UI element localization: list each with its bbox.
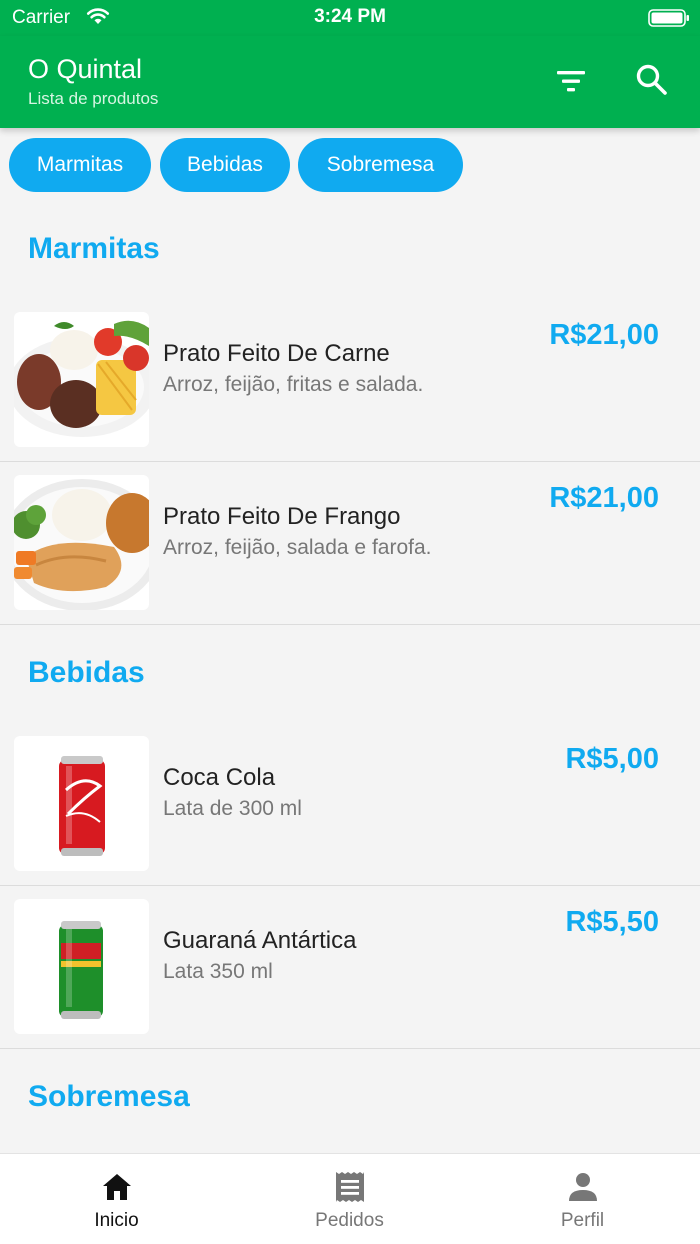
product-description: Arroz, feijão, fritas e salada. (163, 373, 424, 396)
product-item[interactable]: Prato Feito De Frango Arroz, feijão, sal… (0, 462, 700, 625)
product-image (14, 475, 149, 610)
product-name: Prato Feito De Frango (163, 503, 401, 530)
product-price: R$21,00 (549, 482, 659, 514)
product-item[interactable]: Coca Cola Lata de 300 ml R$5,00 (0, 723, 700, 886)
product-name: Prato Feito De Carne (163, 340, 390, 367)
tab-label: Inicio (94, 1210, 139, 1231)
product-price: R$5,50 (565, 906, 659, 938)
clock: 3:24 PM (314, 6, 386, 27)
product-name: Guaraná Antártica (163, 927, 357, 954)
section-title-marmitas: Marmitas (28, 232, 160, 265)
chip-bebidas[interactable]: Bebidas (160, 138, 290, 192)
person-icon (569, 1173, 597, 1201)
product-image (14, 736, 149, 871)
page-subtitle: Lista de produtos (28, 89, 159, 108)
product-image (14, 899, 149, 1034)
chip-marmitas[interactable]: Marmitas (9, 138, 151, 192)
battery-icon (648, 9, 689, 27)
product-description: Lata 350 ml (163, 960, 273, 983)
page-title: O Quintal (28, 54, 143, 84)
product-description: Arroz, feijão, salada e farofa. (163, 536, 432, 559)
filter-icon[interactable] (552, 62, 590, 100)
section-title-sobremesa: Sobremesa (28, 1080, 190, 1113)
tab-inicio[interactable]: Inicio (0, 1154, 233, 1244)
product-price: R$21,00 (549, 319, 659, 351)
tab-label: Pedidos (315, 1210, 384, 1231)
section-title-bebidas: Bebidas (28, 656, 145, 689)
receipt-icon (336, 1172, 364, 1202)
chip-sobremesa[interactable]: Sobremesa (298, 138, 463, 192)
product-item[interactable]: Prato Feito De Carne Arroz, feijão, frit… (0, 299, 700, 462)
tab-pedidos[interactable]: Pedidos (233, 1154, 466, 1244)
product-price: R$5,00 (565, 743, 659, 775)
home-icon (103, 1174, 131, 1200)
status-bar: Carrier 3:24 PM (0, 0, 700, 36)
bottom-tab-bar: Inicio Pedidos Perfil (0, 1153, 700, 1244)
app-header: O Quintal Lista de produtos (0, 36, 700, 128)
product-description: Lata de 300 ml (163, 797, 302, 820)
category-chips: Marmitas Bebidas Sobremesa (0, 138, 700, 194)
product-image (14, 312, 149, 447)
tab-label: Perfil (560, 1210, 605, 1231)
search-icon[interactable] (632, 60, 672, 100)
product-name: Coca Cola (163, 764, 276, 791)
tab-perfil[interactable]: Perfil (466, 1154, 699, 1244)
product-item[interactable]: Guaraná Antártica Lata 350 ml R$5,50 (0, 886, 700, 1049)
